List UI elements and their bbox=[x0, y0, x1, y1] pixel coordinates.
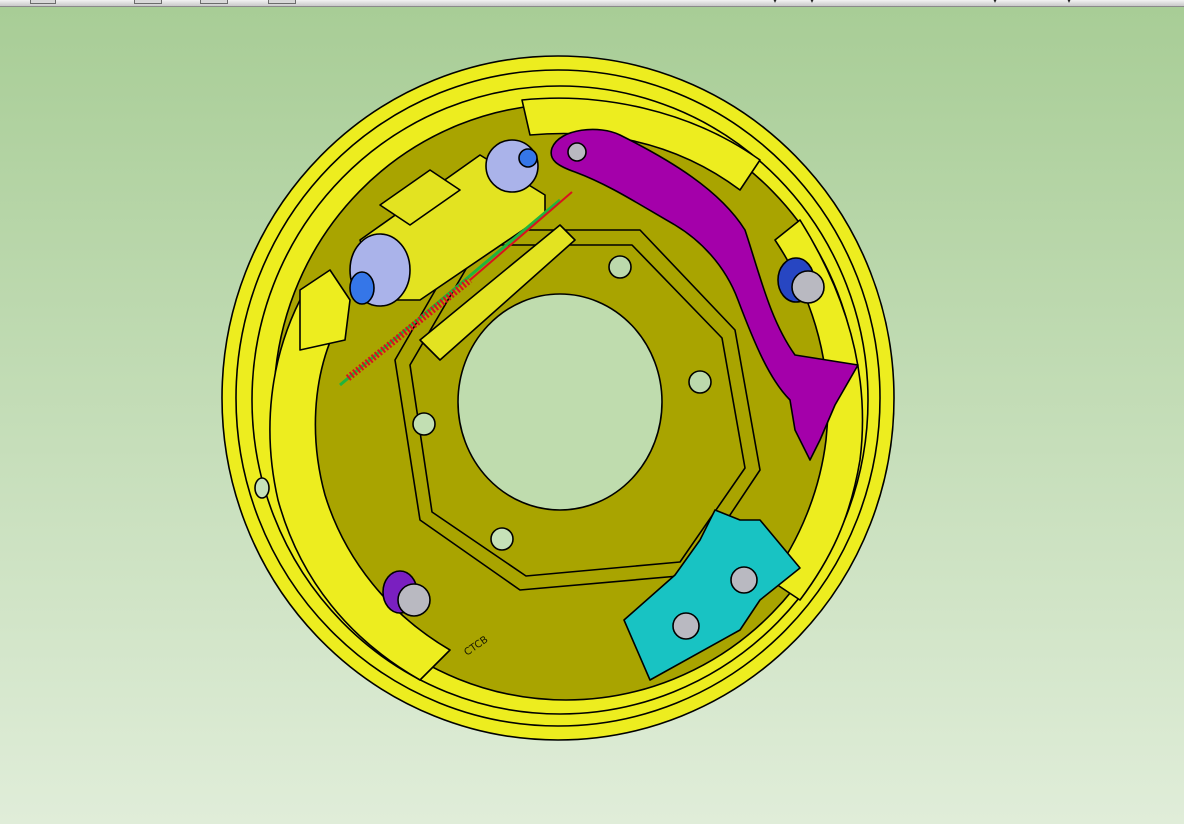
bolt-hole bbox=[412, 412, 436, 436]
mounting-bolt bbox=[397, 583, 431, 617]
toolbar-button[interactable] bbox=[134, 0, 162, 4]
chevron-down-icon[interactable]: ▾ bbox=[993, 0, 997, 5]
brake-assembly-render: CTCB bbox=[0, 7, 1184, 824]
bracket-bolt bbox=[730, 566, 758, 594]
bolt-hole bbox=[254, 477, 270, 499]
bolt-hole bbox=[608, 255, 632, 279]
3d-viewport[interactable]: CTCB bbox=[0, 7, 1184, 824]
top-toolbar: ▾ ▾ ▾ ▾ bbox=[0, 0, 1184, 7]
chevron-down-icon[interactable]: ▾ bbox=[1067, 0, 1071, 5]
chevron-down-icon[interactable]: ▾ bbox=[773, 0, 777, 5]
cad-application: ▾ ▾ ▾ ▾ CTCB bbox=[0, 0, 1184, 824]
toolbar-button[interactable] bbox=[268, 0, 296, 4]
bracket-bolt bbox=[672, 612, 700, 640]
lever-pivot bbox=[567, 142, 587, 162]
toolbar-button[interactable] bbox=[200, 0, 228, 4]
bolt-hole bbox=[490, 527, 514, 551]
toolbar-button[interactable] bbox=[30, 0, 56, 4]
center-bore bbox=[457, 293, 663, 511]
mounting-bolt bbox=[791, 270, 825, 304]
bolt-hole bbox=[688, 370, 712, 394]
chevron-down-icon[interactable]: ▾ bbox=[810, 0, 814, 5]
